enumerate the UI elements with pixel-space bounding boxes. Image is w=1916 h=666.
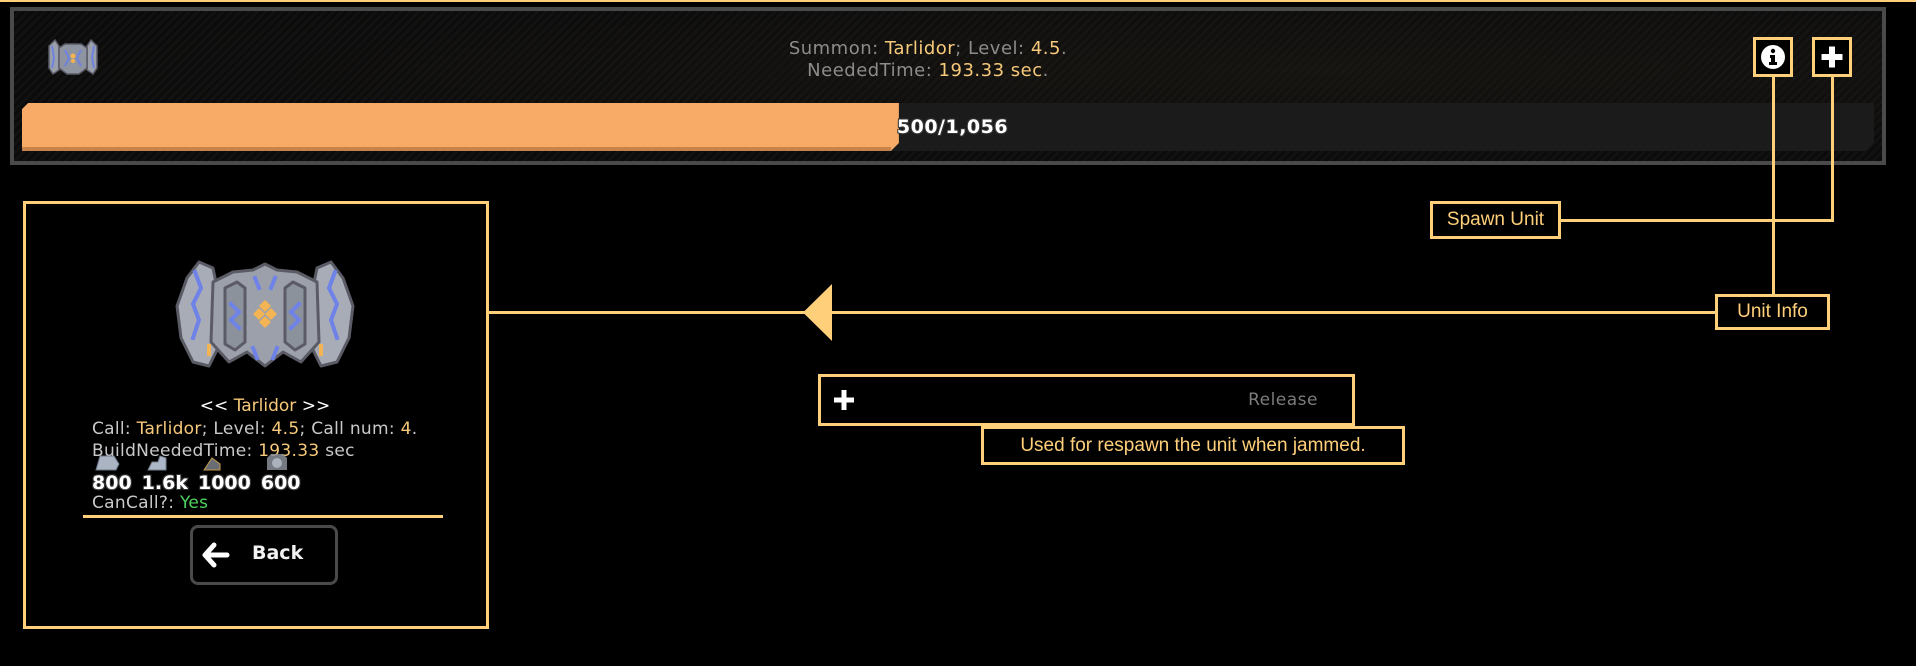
top-accent-line: [0, 0, 1916, 2]
core-icon: [266, 454, 287, 470]
unit-info-connector: [1772, 77, 1775, 294]
summon-level: 4.5: [1030, 38, 1061, 59]
resource-crystal: 1.6k: [142, 455, 188, 494]
progress-fill: [22, 103, 899, 151]
spawn-unit-button[interactable]: [1812, 37, 1852, 77]
unit-info-callout: Unit Info: [1715, 294, 1830, 330]
previous-unit-arrow[interactable]: <<: [200, 396, 229, 416]
back-button[interactable]: Back: [190, 525, 338, 585]
crystal-icon: [146, 455, 167, 471]
unit-info-button[interactable]: [1753, 37, 1793, 77]
release-button[interactable]: Release: [1248, 377, 1318, 423]
resource-core: 600: [261, 454, 301, 494]
unit-name: Tarlidor: [233, 396, 297, 416]
info-circle-icon: [1761, 45, 1785, 69]
release-row[interactable]: Release: [818, 374, 1355, 426]
spawn-unit-connector-vertical: [1831, 77, 1834, 222]
alloy-icon: [203, 457, 221, 471]
resource-metal: 800: [92, 455, 132, 494]
call-info-line: Call: Tarlidor; Level: 4.5; Call num: 4.: [92, 419, 418, 439]
resource-costs: 800 1.6k 1000 600: [92, 454, 301, 494]
spawn-unit-connector-horizontal: [1561, 219, 1834, 222]
next-unit-arrow[interactable]: >>: [302, 396, 331, 416]
unit-ship-image: [175, 260, 355, 368]
unit-name-selector[interactable]: << Tarlidor >>: [90, 396, 440, 416]
metal-icon: [95, 455, 120, 471]
plus-icon[interactable]: [831, 387, 857, 413]
summon-line-unit: Summon: Tarlidor; Level: 4.5.: [788, 38, 1068, 59]
summon-line-time: NeededTime: 193.33 sec.: [807, 60, 1049, 81]
plus-icon: [1821, 46, 1843, 68]
release-tooltip: Used for respawn the unit when jammed.: [981, 426, 1405, 465]
arrow-left-icon: [202, 542, 230, 568]
can-call-line: CanCall?: Yes: [92, 493, 209, 513]
summon-unit-name: Tarlidor: [884, 38, 956, 59]
unit-thumbnail-icon: [48, 38, 98, 76]
resource-alloy: 1000: [198, 457, 251, 494]
progress-label: 500/1,056: [896, 116, 1009, 138]
spawn-unit-callout: Spawn Unit: [1430, 201, 1561, 239]
panel-divider: [83, 515, 443, 518]
can-call-status: Yes: [179, 493, 209, 513]
arrow-left-icon: [803, 284, 832, 341]
back-label: Back: [252, 542, 304, 564]
summon-summary: Summon: Tarlidor; Level: 4.5. NeededTime…: [628, 38, 1228, 82]
unit-info-connector-horizontal: [489, 311, 1715, 314]
summon-needed-time: 193.33 sec: [938, 60, 1043, 81]
